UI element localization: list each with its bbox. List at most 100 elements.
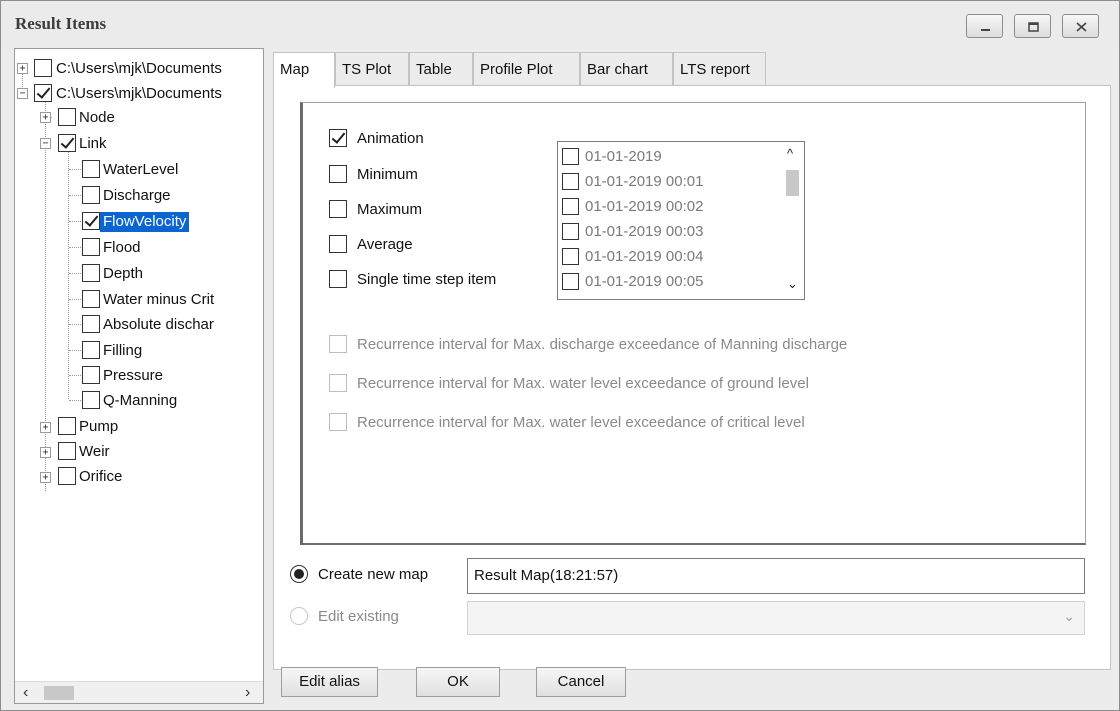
- tree-item-waterlevel[interactable]: WaterLevel: [103, 161, 178, 178]
- tree-item-q-manning[interactable]: Q-Manning: [103, 392, 177, 409]
- maximum-checkbox[interactable]: [329, 200, 347, 218]
- average-option[interactable]: Average: [329, 233, 413, 255]
- recurrence-critical-option[interactable]: Recurrence interval for Max. water level…: [329, 411, 805, 433]
- collapse-root-2-icon[interactable]: −: [17, 88, 28, 99]
- single-time-step-checkbox[interactable]: [329, 270, 347, 288]
- scroll-left-icon[interactable]: ‹: [23, 684, 28, 702]
- tree-item-discharge[interactable]: Discharge: [103, 187, 171, 204]
- tree-item-flowvelocity[interactable]: FlowVelocity: [100, 212, 190, 232]
- time-step-list[interactable]: 01-01-2019 01-01-2019 00:01 01-01-2019 0…: [557, 141, 805, 300]
- expand-weir-icon[interactable]: +: [40, 447, 51, 458]
- cancel-button[interactable]: Cancel: [536, 667, 626, 697]
- minimum-checkbox[interactable]: [329, 165, 347, 183]
- single-time-step-option[interactable]: Single time step item: [329, 268, 496, 290]
- maximum-option[interactable]: Maximum: [329, 198, 422, 220]
- create-new-map-radio[interactable]: [290, 565, 308, 583]
- time-step-checkbox[interactable]: [562, 147, 579, 165]
- tab-profile-plot[interactable]: Profile Plot: [473, 52, 580, 85]
- tree-item-water-minus-crit[interactable]: Water minus Crit: [103, 291, 214, 308]
- chevron-down-icon[interactable]: ⌄: [787, 276, 798, 292]
- time-step-item[interactable]: 01-01-2019 00:05: [562, 270, 703, 292]
- existing-map-select[interactable]: ⌄: [467, 601, 1085, 635]
- create-new-map-option[interactable]: Create new map: [290, 565, 428, 583]
- time-list-scroll-thumb[interactable]: [786, 170, 799, 196]
- edit-existing-radio[interactable]: [290, 607, 308, 625]
- tab-bar-chart[interactable]: Bar chart: [580, 52, 673, 85]
- time-step-item[interactable]: 01-01-2019: [562, 145, 662, 167]
- minimize-button[interactable]: [966, 14, 1003, 38]
- recurrence-ground-checkbox[interactable]: [329, 374, 347, 392]
- node-checkbox[interactable]: [58, 108, 76, 126]
- tab-lts-report[interactable]: LTS report: [673, 52, 766, 85]
- time-step-item[interactable]: 01-01-2019 00:03: [562, 220, 703, 242]
- time-step-label: 01-01-2019: [585, 147, 662, 165]
- tab-map[interactable]: Map: [273, 52, 335, 88]
- animation-option[interactable]: Animation: [329, 127, 424, 149]
- tree-group-orifice[interactable]: Orifice: [79, 468, 122, 485]
- time-step-checkbox[interactable]: [562, 222, 579, 240]
- time-list-scrollbar[interactable]: ^ ⌄: [782, 142, 804, 299]
- tree-item-depth[interactable]: Depth: [103, 265, 143, 282]
- absolute-discharge-checkbox[interactable]: [82, 315, 100, 333]
- minimum-label: Minimum: [357, 165, 418, 183]
- weir-checkbox[interactable]: [58, 442, 76, 460]
- recurrence-ground-option[interactable]: Recurrence interval for Max. water level…: [329, 372, 809, 394]
- time-step-checkbox[interactable]: [562, 272, 579, 290]
- tree-item-flood[interactable]: Flood: [103, 239, 141, 256]
- depth-checkbox[interactable]: [82, 264, 100, 282]
- expand-node-icon[interactable]: +: [40, 112, 51, 123]
- average-checkbox[interactable]: [329, 235, 347, 253]
- maximize-button[interactable]: [1014, 14, 1051, 38]
- expand-root-1-icon[interactable]: +: [17, 63, 28, 74]
- scroll-thumb[interactable]: [44, 686, 74, 700]
- edit-existing-option[interactable]: Edit existing: [290, 607, 399, 625]
- time-step-checkbox[interactable]: [562, 172, 579, 190]
- discharge-checkbox[interactable]: [82, 186, 100, 204]
- tree-horizontal-scrollbar[interactable]: ‹ ›: [15, 681, 263, 703]
- root-2-checkbox[interactable]: [34, 84, 52, 102]
- time-step-checkbox[interactable]: [562, 197, 579, 215]
- time-step-label: 01-01-2019 00:04: [585, 247, 704, 265]
- root-1-checkbox[interactable]: [34, 59, 52, 77]
- time-step-checkbox[interactable]: [562, 247, 579, 265]
- animation-checkbox[interactable]: [329, 129, 347, 147]
- result-tree[interactable]: + C:\Users\mjk\Documents − C:\Users\mjk\…: [14, 48, 264, 704]
- time-step-item[interactable]: 01-01-2019 00:02: [562, 195, 703, 217]
- tree-group-pump[interactable]: Pump: [79, 418, 118, 435]
- recurrence-critical-checkbox[interactable]: [329, 413, 347, 431]
- tab-ts-plot[interactable]: TS Plot: [335, 52, 409, 85]
- time-step-item[interactable]: 01-01-2019 00:01: [562, 170, 703, 192]
- scroll-right-icon[interactable]: ›: [245, 684, 250, 702]
- tree-item-pressure[interactable]: Pressure: [103, 367, 163, 384]
- recurrence-manning-option[interactable]: Recurrence interval for Max. discharge e…: [329, 333, 847, 355]
- tree-item-filling[interactable]: Filling: [103, 342, 142, 359]
- tab-table[interactable]: Table: [409, 52, 473, 85]
- expand-pump-icon[interactable]: +: [40, 422, 51, 433]
- flowvelocity-checkbox[interactable]: [82, 212, 100, 230]
- tree-item-absolute-discharge[interactable]: Absolute dischar: [103, 316, 214, 333]
- q-manning-checkbox[interactable]: [82, 391, 100, 409]
- waterlevel-checkbox[interactable]: [82, 160, 100, 178]
- tree-group-weir[interactable]: Weir: [79, 443, 110, 460]
- tree-group-link[interactable]: Link: [79, 135, 107, 152]
- new-map-name-input[interactable]: Result Map(18:21:57): [467, 558, 1085, 594]
- scroll-up-icon[interactable]: ^: [787, 146, 793, 161]
- recurrence-manning-checkbox[interactable]: [329, 335, 347, 353]
- time-step-item[interactable]: 01-01-2019 00:04: [562, 245, 703, 267]
- orifice-checkbox[interactable]: [58, 467, 76, 485]
- close-button[interactable]: [1062, 14, 1099, 38]
- tree-root-1-label[interactable]: C:\Users\mjk\Documents: [56, 60, 222, 77]
- filling-checkbox[interactable]: [82, 341, 100, 359]
- pressure-checkbox[interactable]: [82, 366, 100, 384]
- minimum-option[interactable]: Minimum: [329, 163, 418, 185]
- pump-checkbox[interactable]: [58, 417, 76, 435]
- collapse-link-icon[interactable]: −: [40, 138, 51, 149]
- tree-root-2-label[interactable]: C:\Users\mjk\Documents: [56, 85, 222, 102]
- link-checkbox[interactable]: [58, 134, 76, 152]
- flood-checkbox[interactable]: [82, 238, 100, 256]
- expand-orifice-icon[interactable]: +: [40, 472, 51, 483]
- ok-button[interactable]: OK: [416, 667, 500, 697]
- tree-group-node[interactable]: Node: [79, 109, 115, 126]
- edit-alias-button[interactable]: Edit alias: [281, 667, 378, 697]
- water-minus-crit-checkbox[interactable]: [82, 290, 100, 308]
